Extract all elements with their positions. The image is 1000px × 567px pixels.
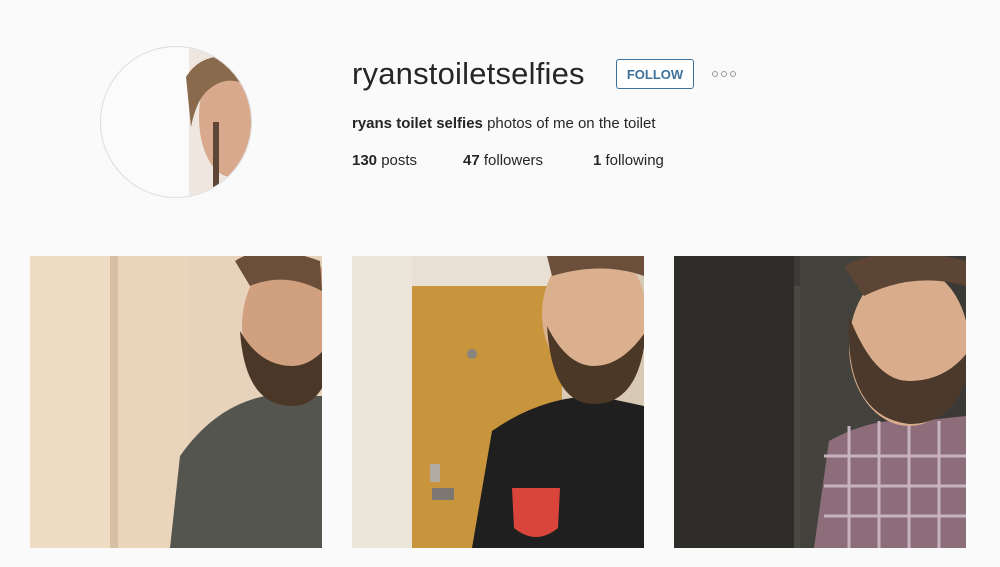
post-thumbnail[interactable]	[352, 256, 644, 548]
post-thumbnail[interactable]	[30, 256, 322, 548]
post-image	[30, 256, 322, 548]
post-image	[352, 256, 644, 548]
bio-text: photos of me on the toilet	[487, 115, 656, 132]
photo-grid	[30, 256, 966, 548]
follow-button[interactable]: FOLLOW	[616, 59, 694, 89]
following-link[interactable]: 1 following	[593, 151, 664, 171]
posts-count: 130 posts	[352, 152, 418, 169]
profile-stats: 130 posts 47 followers 1 following	[352, 151, 664, 171]
followers-link[interactable]: 47 followers	[463, 151, 593, 171]
post-thumbnail[interactable]	[674, 256, 966, 548]
post-image	[674, 256, 966, 548]
profile-username: ryanstoiletselfies	[352, 56, 585, 91]
profile-full-name: ryans toilet selfies	[352, 115, 483, 132]
avatar-image	[101, 47, 251, 197]
more-options-icon[interactable]	[710, 66, 738, 82]
profile-bio: ryans toilet selfies photos of me on the…	[352, 114, 656, 134]
profile-avatar[interactable]	[100, 46, 252, 198]
